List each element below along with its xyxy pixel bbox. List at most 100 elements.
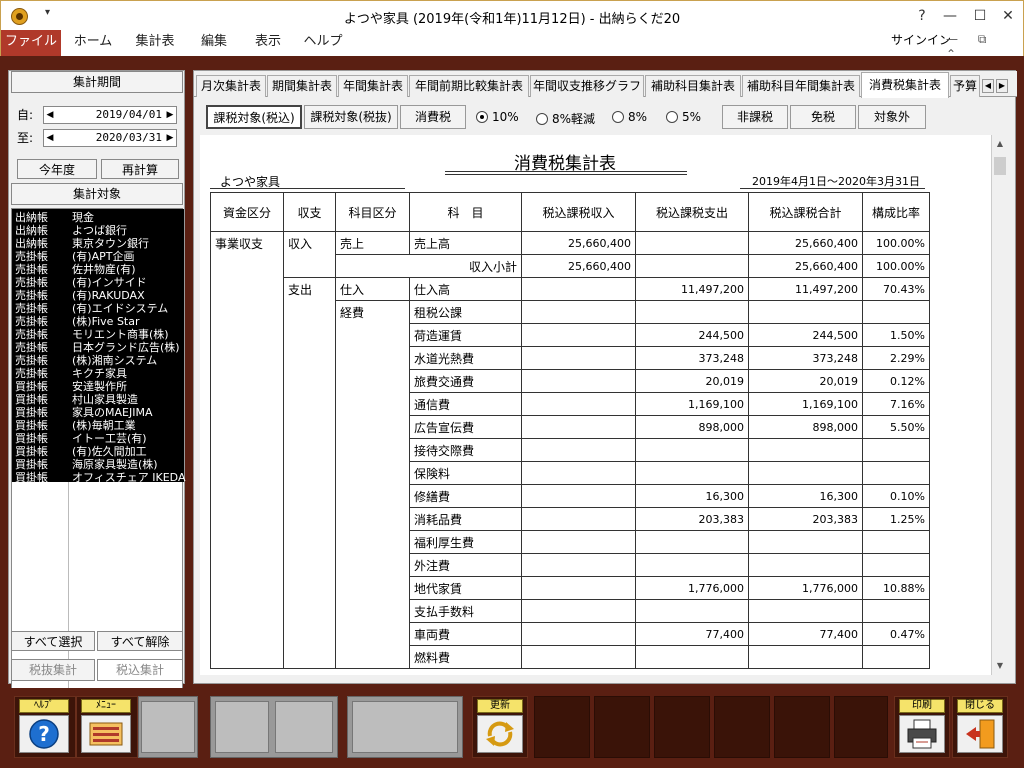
target-list-item[interactable]: 売掛帳 (有)APT企画 [12, 250, 184, 263]
table-row[interactable]: 燃料費 [210, 645, 930, 669]
prev-date-icon[interactable]: ◀ [45, 131, 55, 145]
rate-8-radio[interactable]: 8% [612, 110, 647, 124]
table-row[interactable]: 事業収支 収入 売上 売上高 25,660,400 25,660,400 100.00% [210, 231, 930, 255]
menu-edit[interactable]: 編集 [191, 30, 237, 56]
target-kind: 買掛帳 [15, 471, 48, 484]
rate-10-radio[interactable]: 10% [476, 110, 519, 124]
table-row[interactable]: 保険料 [210, 461, 930, 485]
non-taxable-button[interactable]: 非課税 [722, 105, 788, 129]
table-row[interactable]: 荷造運賃 244,500 244,500 1.50% [210, 323, 930, 347]
target-list-item[interactable]: 買掛帳 (有)佐久間加工 [12, 445, 184, 458]
table-row[interactable]: 水道光熱費 373,248 373,248 2.29% [210, 346, 930, 370]
target-list-item[interactable]: 買掛帳 オフィスチェア IKEDA [12, 471, 186, 484]
table-row[interactable]: 収入小計 25,660,400 25,660,400 100.00% [210, 254, 930, 278]
taxable-incl-button[interactable]: 課税対象(税込) [206, 105, 302, 129]
close-window-button[interactable]: ✕ [995, 5, 1021, 27]
close-key[interactable]: 閉じる [952, 696, 1008, 758]
table-row[interactable]: 支出 仕入 仕入高 11,497,200 11,497,200 70.43% [210, 277, 930, 301]
target-list-item[interactable]: 買掛帳 海原家具製造(株) [12, 458, 184, 471]
table-row[interactable]: 福利厚生費 [210, 530, 930, 554]
table-row[interactable]: 経費 租税公課 [210, 300, 930, 324]
print-key[interactable]: 印刷 [894, 696, 950, 758]
target-list-item[interactable]: 売掛帳 日本グランド広告(株) [12, 341, 184, 354]
table-row[interactable]: 修繕費 16,300 16,300 0.10% [210, 484, 930, 508]
tab-sub-account[interactable]: 補助科目集計表 [645, 75, 741, 97]
income-cell [521, 530, 636, 554]
menu-report[interactable]: 集計表 [127, 30, 183, 56]
tab-monthly[interactable]: 月次集計表 [196, 75, 266, 97]
menu-file[interactable]: ファイル [1, 30, 61, 56]
target-list[interactable]: 出納帳 現金 出納帳 よつば銀行 出納帳 東京タウン銀行 売掛帳 (有)APT企画 売掛帳 佐井物… [11, 208, 186, 695]
tab-annual-comparison[interactable]: 年間前期比較集計表 [409, 75, 529, 97]
target-list-item[interactable]: 買掛帳 安達製作所 [12, 380, 184, 393]
menu-help[interactable]: ヘルプ [299, 30, 347, 56]
target-list-item[interactable]: 売掛帳 キクチ家具 [12, 367, 184, 380]
table-row[interactable]: 通信費 1,169,100 1,169,100 7.16% [210, 392, 930, 416]
tab-period[interactable]: 期間集計表 [267, 75, 337, 97]
tab-annual-graph[interactable]: 年間収支推移グラフ [530, 75, 644, 97]
table-row[interactable]: 旅費交通費 20,019 20,019 0.12% [210, 369, 930, 393]
help-button[interactable]: ? [909, 5, 935, 27]
target-list-item[interactable]: 売掛帳 (株)湘南システム [12, 354, 184, 367]
select-all-button[interactable]: すべて選択 [11, 631, 95, 651]
rate-8-reduced-radio[interactable]: 8%軽減 [536, 110, 595, 127]
table-row[interactable]: 車両費 77,400 77,400 0.47% [210, 622, 930, 646]
target-list-item[interactable]: 出納帳 東京タウン銀行 [12, 237, 184, 250]
report-scrollbar[interactable]: ▲ ▼ [991, 135, 1007, 675]
tab-scroll-right-icon[interactable]: ▶ [996, 79, 1008, 93]
scroll-up-icon[interactable]: ▲ [994, 137, 1006, 151]
tab-scroll-left-icon[interactable]: ◀ [982, 79, 994, 93]
consumption-tax-button[interactable]: 消費税 [400, 105, 466, 129]
rate-5-radio[interactable]: 5% [666, 110, 701, 124]
menu-key-label: ﾒﾆｭｰ [81, 699, 131, 713]
tab-budget[interactable]: 予算 [950, 75, 980, 97]
period-button[interactable]: 集計期間 [11, 71, 183, 93]
next-date-icon[interactable]: ▶ [165, 108, 175, 122]
target-list-item[interactable]: 買掛帳 (株)毎朝工業 [12, 419, 184, 432]
tax-incl-tab[interactable]: 税込集計 [97, 659, 183, 681]
recalc-button[interactable]: 再計算 [101, 159, 179, 179]
target-list-item[interactable]: 売掛帳 モリエント商事(株) [12, 328, 184, 341]
exempt-button[interactable]: 免税 [790, 105, 856, 129]
refresh-key[interactable]: 更新 [472, 696, 528, 758]
scroll-thumb[interactable] [994, 157, 1006, 175]
target-list-item[interactable]: 出納帳 現金 [12, 211, 184, 224]
target-list-item[interactable]: 売掛帳 (有)RAKUDAX [12, 289, 184, 302]
menu-home[interactable]: ホーム [67, 30, 119, 56]
target-list-item[interactable]: 売掛帳 (有)エイドシステム [12, 302, 184, 315]
minimize-button[interactable]: — [937, 5, 963, 27]
signin-link[interactable]: サインイン [891, 30, 951, 50]
menu-view[interactable]: 表示 [245, 30, 291, 56]
excluded-button[interactable]: 対象外 [858, 105, 926, 129]
table-row[interactable]: 地代家賃 1,776,000 1,776,000 10.88% [210, 576, 930, 600]
maximize-button[interactable]: ☐ [967, 5, 993, 27]
target-list-item[interactable]: 売掛帳 (株)Five Star [12, 315, 184, 328]
tax-excl-tab[interactable]: 税抜集計 [11, 659, 95, 681]
table-row[interactable]: 外注費 [210, 553, 930, 577]
this-year-button[interactable]: 今年度 [17, 159, 97, 179]
target-list-item[interactable]: 売掛帳 (有)インサイド [12, 276, 184, 289]
tab-consumption-tax[interactable]: 消費税集計表 [861, 72, 949, 98]
next-date-icon[interactable]: ▶ [165, 131, 175, 145]
table-row[interactable]: 接待交際費 [210, 438, 930, 462]
table-row[interactable]: 支払手数料 [210, 599, 930, 623]
table-row[interactable]: 消耗品費 203,383 203,383 1.25% [210, 507, 930, 531]
total-cell: 20,019 [748, 369, 863, 393]
target-list-item[interactable]: 売掛帳 佐井物産(有) [12, 263, 184, 276]
menu-key[interactable]: ﾒﾆｭｰ [76, 696, 138, 758]
from-date-field[interactable]: ◀ 2019/04/01 ▶ [43, 106, 177, 124]
scroll-down-icon[interactable]: ▼ [994, 659, 1006, 673]
target-header[interactable]: 集計対象 [11, 183, 183, 205]
tab-sub-account-annual[interactable]: 補助科目年間集計表 [742, 75, 860, 97]
deselect-all-button[interactable]: すべて解除 [97, 631, 183, 651]
help-key[interactable]: ﾍﾙﾌﾟ ? [14, 696, 76, 758]
tab-annual[interactable]: 年間集計表 [338, 75, 408, 97]
to-date-field[interactable]: ◀ 2020/03/31 ▶ [43, 129, 177, 147]
target-list-item[interactable]: 買掛帳 家具のMAEJIMA [12, 406, 184, 419]
target-list-item[interactable]: 買掛帳 イトー工芸(有) [12, 432, 184, 445]
taxable-excl-button[interactable]: 課税対象(税抜) [304, 105, 398, 129]
target-list-item[interactable]: 買掛帳 村山家具製造 [12, 393, 184, 406]
table-row[interactable]: 広告宣伝費 898,000 898,000 5.50% [210, 415, 930, 439]
target-list-item[interactable]: 出納帳 よつば銀行 [12, 224, 184, 237]
prev-date-icon[interactable]: ◀ [45, 108, 55, 122]
